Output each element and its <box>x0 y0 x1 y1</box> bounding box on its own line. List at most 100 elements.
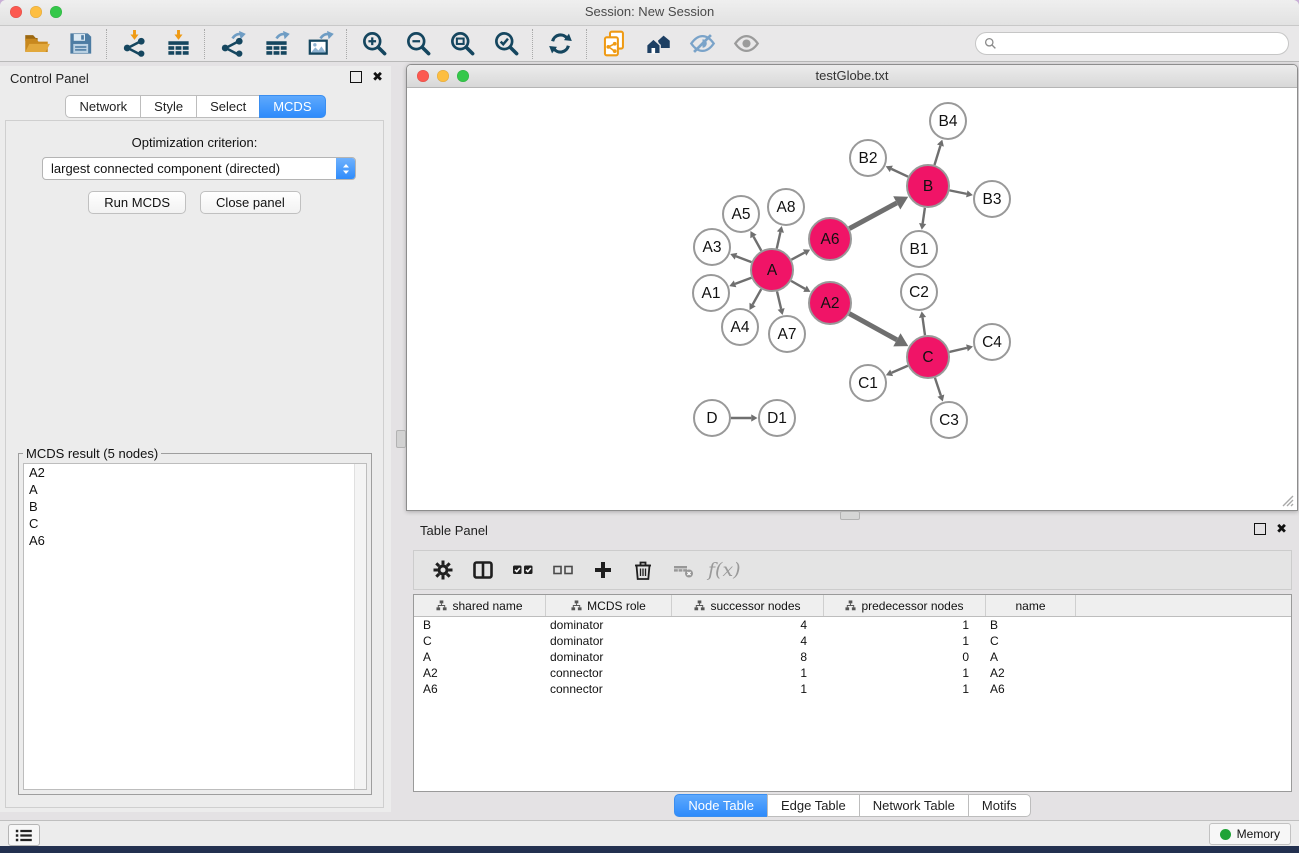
first-neighbors-icon[interactable] <box>642 29 674 59</box>
edge-A-A6[interactable] <box>791 253 804 260</box>
column-header-shared-name[interactable]: shared name <box>414 595 546 616</box>
cell-predecessor-nodes: 1 <box>824 617 986 633</box>
mcds-result-item[interactable]: C <box>24 515 366 532</box>
cell-predecessor-nodes: 1 <box>824 665 986 681</box>
toolbar-group <box>588 29 772 59</box>
edge-B-B3[interactable] <box>950 190 967 193</box>
hide-selected-icon[interactable] <box>686 29 718 59</box>
mcds-result-item[interactable]: A6 <box>24 532 366 549</box>
cell-successor-nodes: 8 <box>672 649 824 665</box>
edge-A-A3[interactable] <box>736 256 751 262</box>
tab-edge-table[interactable]: Edge Table <box>767 794 860 817</box>
network-window-title: testGlobe.txt <box>407 68 1297 83</box>
zoom-selected-icon[interactable] <box>490 29 522 59</box>
tab-motifs[interactable]: Motifs <box>968 794 1031 817</box>
mcds-result-item[interactable]: B <box>24 498 366 515</box>
edge-A-A1[interactable] <box>735 278 751 284</box>
node-label-B2: B2 <box>859 150 878 167</box>
zoom-out-icon[interactable] <box>402 29 434 59</box>
edge-C-C1[interactable] <box>892 366 908 373</box>
search-field[interactable] <box>975 32 1289 55</box>
edge-C-C3[interactable] <box>935 378 941 396</box>
export-table-icon[interactable] <box>260 29 292 59</box>
refresh-icon[interactable] <box>544 29 576 59</box>
search-input[interactable] <box>1002 36 1280 52</box>
new-network-from-selection-icon[interactable] <box>598 29 630 59</box>
edge-A-A5[interactable] <box>753 237 761 251</box>
deselect-all-icon[interactable] <box>548 556 578 584</box>
split-view-icon[interactable] <box>468 556 498 584</box>
gear-icon[interactable] <box>428 556 458 584</box>
vertical-split-handle[interactable] <box>396 430 406 448</box>
edge-A2-C[interactable] <box>849 314 897 340</box>
edge-A-A4[interactable] <box>753 289 762 304</box>
node-label-B1: B1 <box>910 241 929 258</box>
open-file-icon[interactable] <box>20 29 52 59</box>
node-label-C: C <box>922 349 933 366</box>
resize-grip-icon[interactable] <box>1281 494 1294 507</box>
node-label-C4: C4 <box>982 334 1002 351</box>
edge-C-C4[interactable] <box>949 348 967 352</box>
column-header-MCDS-role[interactable]: MCDS role <box>546 595 672 616</box>
optimization-criterion-label: Optimization criterion: <box>6 135 383 150</box>
delete-column-icon[interactable] <box>628 556 658 584</box>
memory-button[interactable]: Memory <box>1209 823 1291 845</box>
edge-A-A8[interactable] <box>777 232 781 248</box>
table-row[interactable]: Bdominator41B <box>414 617 1291 633</box>
column-header-predecessor-nodes[interactable]: predecessor nodes <box>824 595 986 616</box>
float-panel-icon[interactable] <box>350 71 362 83</box>
edge-A-A7[interactable] <box>777 291 781 309</box>
tab-network[interactable]: Network <box>65 95 141 118</box>
task-history-button[interactable] <box>8 824 40 846</box>
table-row[interactable]: Adominator80A <box>414 649 1291 665</box>
edge-B-B4[interactable] <box>934 146 940 165</box>
edge-C-C2[interactable] <box>923 317 925 335</box>
run-mcds-button[interactable]: Run MCDS <box>88 191 186 214</box>
node-label-A8: A8 <box>777 199 796 216</box>
export-image-icon[interactable] <box>304 29 336 59</box>
mcds-result-list[interactable]: A2ABCA6 <box>23 463 367 790</box>
select-all-icon[interactable] <box>508 556 538 584</box>
node-label-A6: A6 <box>821 231 840 248</box>
list-icon <box>15 828 33 843</box>
tab-style[interactable]: Style <box>140 95 197 118</box>
tab-network-table[interactable]: Network Table <box>859 794 969 817</box>
mcds-result-item[interactable]: A2 <box>24 464 366 481</box>
edge-B-B1[interactable] <box>923 208 925 224</box>
table-row[interactable]: Cdominator41C <box>414 633 1291 649</box>
arrowhead-D-D1 <box>751 414 757 421</box>
cell-shared-name: A <box>414 649 546 665</box>
add-column-icon[interactable] <box>588 556 618 584</box>
edge-B-B2[interactable] <box>891 169 908 177</box>
criterion-dropdown[interactable]: largest connected component (directed) <box>42 157 356 180</box>
import-network-icon[interactable] <box>118 29 150 59</box>
zoom-fit-icon[interactable] <box>446 29 478 59</box>
tab-select[interactable]: Select <box>196 95 260 118</box>
cell-name: A <box>986 649 1076 665</box>
export-network-icon[interactable] <box>216 29 248 59</box>
tab-mcds[interactable]: MCDS <box>259 95 325 118</box>
network-canvas[interactable]: B4B2BB3A5A8A6A3B1AA1C2A2A4A7CC4C1C3DD1 <box>408 88 1296 509</box>
table-float-panel-icon[interactable] <box>1254 523 1266 535</box>
table-row[interactable]: A2connector11A2 <box>414 665 1291 681</box>
table-close-panel-icon[interactable]: ✖ <box>1276 524 1287 534</box>
edge-A6-B[interactable] <box>849 203 896 229</box>
column-header-successor-nodes[interactable]: successor nodes <box>672 595 824 616</box>
cell-successor-nodes: 1 <box>672 681 824 697</box>
table-row[interactable]: A6connector11A6 <box>414 681 1291 697</box>
result-scrollbar[interactable] <box>354 464 366 789</box>
close-panel-icon[interactable]: ✖ <box>372 72 383 82</box>
column-header-name[interactable]: name <box>986 595 1076 616</box>
save-session-icon[interactable] <box>64 29 96 59</box>
mcds-tab-content: Optimization criterion: largest connecte… <box>5 120 384 808</box>
tab-node-table[interactable]: Node Table <box>674 794 768 817</box>
import-table-icon[interactable] <box>162 29 194 59</box>
zoom-in-icon[interactable] <box>358 29 390 59</box>
cell-predecessor-nodes: 1 <box>824 681 986 697</box>
show-all-icon[interactable] <box>730 29 762 59</box>
edge-A-A2[interactable] <box>791 281 805 289</box>
close-panel-button[interactable]: Close panel <box>200 191 301 214</box>
arrowhead-A-A7 <box>778 308 785 315</box>
network-graph[interactable]: B4B2BB3A5A8A6A3B1AA1C2A2A4A7CC4C1C3DD1 <box>408 88 1296 510</box>
mcds-result-item[interactable]: A <box>24 481 366 498</box>
